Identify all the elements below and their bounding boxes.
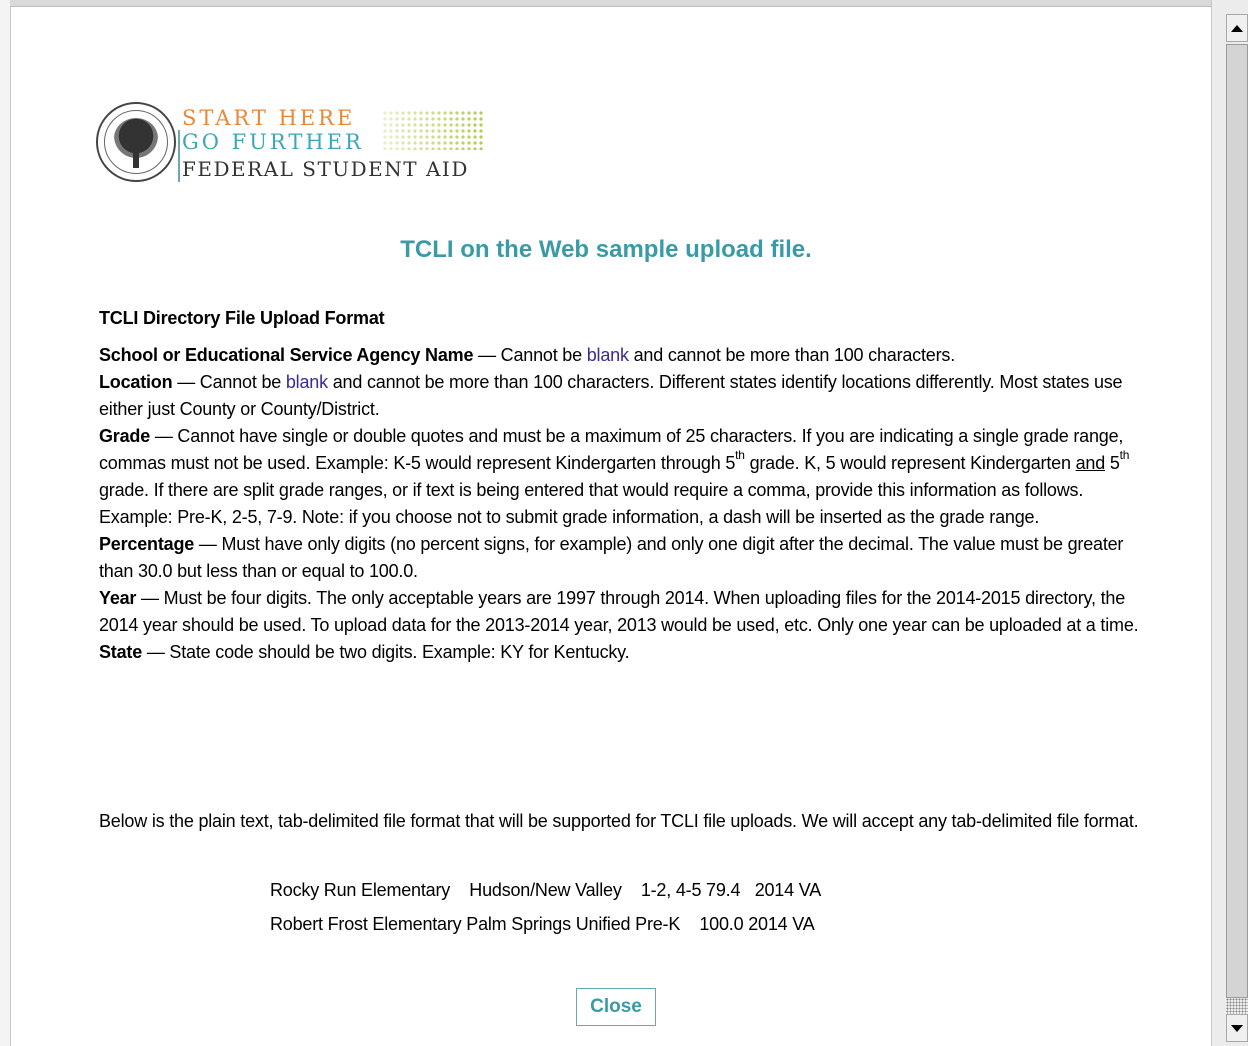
field-school: School or Educational Service Agency Nam… xyxy=(99,345,955,365)
field-location: Location — Cannot be blank and cannot be… xyxy=(99,372,1123,419)
sample-row: Rocky Run Elementary Hudson/New Valley 1… xyxy=(270,880,822,900)
blank-term: blank xyxy=(586,345,629,365)
field-state: State — State code should be two digits.… xyxy=(99,642,630,662)
scroll-track[interactable] xyxy=(1226,998,1248,1014)
field-grade-label: Grade xyxy=(99,426,151,446)
field-location-label: Location xyxy=(99,372,173,392)
scroll-down-button[interactable] xyxy=(1226,1014,1248,1042)
blank-term: blank xyxy=(285,372,328,392)
logo-federal-student-aid: FEDERAL STUDENT AID xyxy=(182,157,469,181)
close-button[interactable]: Close xyxy=(576,988,656,1026)
department-seal-icon xyxy=(96,102,176,182)
arrow-up-icon xyxy=(1231,24,1243,32)
arrow-down-icon xyxy=(1231,1024,1243,1032)
vertical-scrollbar[interactable] xyxy=(1211,0,1248,1046)
field-percentage-label: Percentage xyxy=(99,534,195,554)
scroll-up-button[interactable] xyxy=(1226,14,1248,42)
field-state-label: State xyxy=(99,642,143,662)
fsa-logo: START HERE GO FURTHER FEDERAL STUDENT AI… xyxy=(96,102,496,188)
field-year-label: Year xyxy=(99,588,137,608)
field-percentage: Percentage — Must have only digits (no p… xyxy=(99,534,1124,581)
logo-dots-pattern xyxy=(382,110,484,150)
sample-row: Robert Frost Elementary Palm Springs Uni… xyxy=(270,914,815,934)
scroll-thumb[interactable] xyxy=(1226,44,1248,998)
background-page-edge xyxy=(0,0,11,1046)
section-heading: TCLI Directory File Upload Format xyxy=(99,308,385,328)
logo-go-further: GO FURTHER xyxy=(182,130,364,154)
field-school-label: School or Educational Service Agency Nam… xyxy=(99,345,474,365)
page-title: TCLI on the Web sample upload file. xyxy=(400,236,812,263)
logo-start-here: START HERE xyxy=(182,106,356,130)
field-grade: Grade — Cannot have single or double quo… xyxy=(99,426,1130,527)
format-description: TCLI Directory File Upload Format School… xyxy=(99,305,1139,666)
plain-text-note: Below is the plain text, tab-delimited f… xyxy=(99,811,1139,831)
dialog-top-border xyxy=(10,0,1212,7)
field-year: Year — Must be four digits. The only acc… xyxy=(99,588,1139,635)
